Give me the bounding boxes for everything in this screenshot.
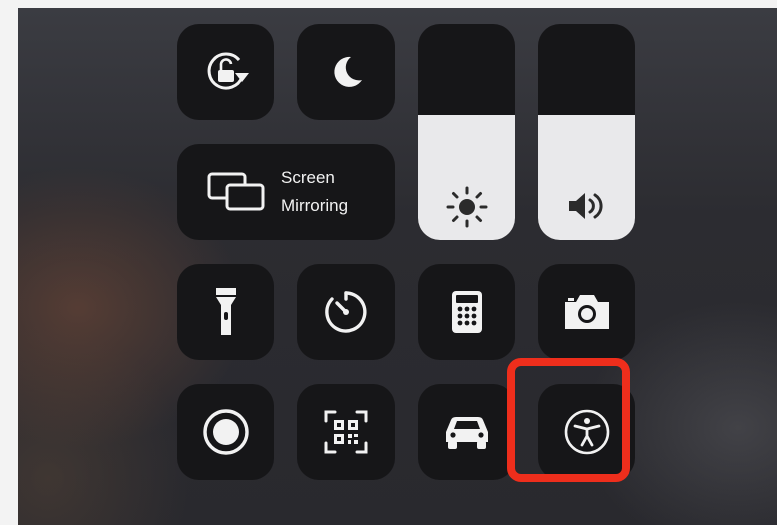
- qr-scanner-button[interactable]: [297, 384, 395, 480]
- do-not-disturb-button[interactable]: [297, 24, 395, 120]
- lock-rotation-icon: [201, 47, 251, 97]
- flashlight-button[interactable]: [177, 264, 274, 360]
- record-icon: [202, 408, 250, 456]
- speaker-icon: [565, 188, 609, 229]
- volume-slider[interactable]: [538, 24, 635, 240]
- accessibility-highlight-box: [507, 358, 630, 482]
- sun-icon: [444, 184, 490, 235]
- control-center: Screen Mirroring: [18, 8, 777, 525]
- flashlight-icon: [211, 285, 241, 339]
- camera-button[interactable]: [538, 264, 635, 360]
- screen-mirroring-label-line1: Screen: [281, 168, 335, 187]
- calculator-button[interactable]: [418, 264, 515, 360]
- screen-mirroring-button[interactable]: Screen Mirroring: [177, 144, 395, 240]
- timer-icon: [322, 288, 370, 336]
- camera-icon: [562, 292, 612, 332]
- timer-button[interactable]: [297, 264, 395, 360]
- driving-mode-button[interactable]: [418, 384, 515, 480]
- car-icon: [442, 414, 492, 450]
- moon-icon: [324, 50, 368, 94]
- calculator-icon: [451, 290, 483, 334]
- rotation-lock-button[interactable]: [177, 24, 274, 120]
- screen-mirroring-label-line2: Mirroring: [281, 196, 349, 215]
- brightness-slider[interactable]: [418, 24, 515, 240]
- screen-mirroring-icon: [207, 172, 265, 212]
- qr-code-icon: [323, 409, 369, 455]
- screen-mirroring-label: Screen Mirroring: [281, 164, 348, 220]
- screen-recording-button[interactable]: [177, 384, 274, 480]
